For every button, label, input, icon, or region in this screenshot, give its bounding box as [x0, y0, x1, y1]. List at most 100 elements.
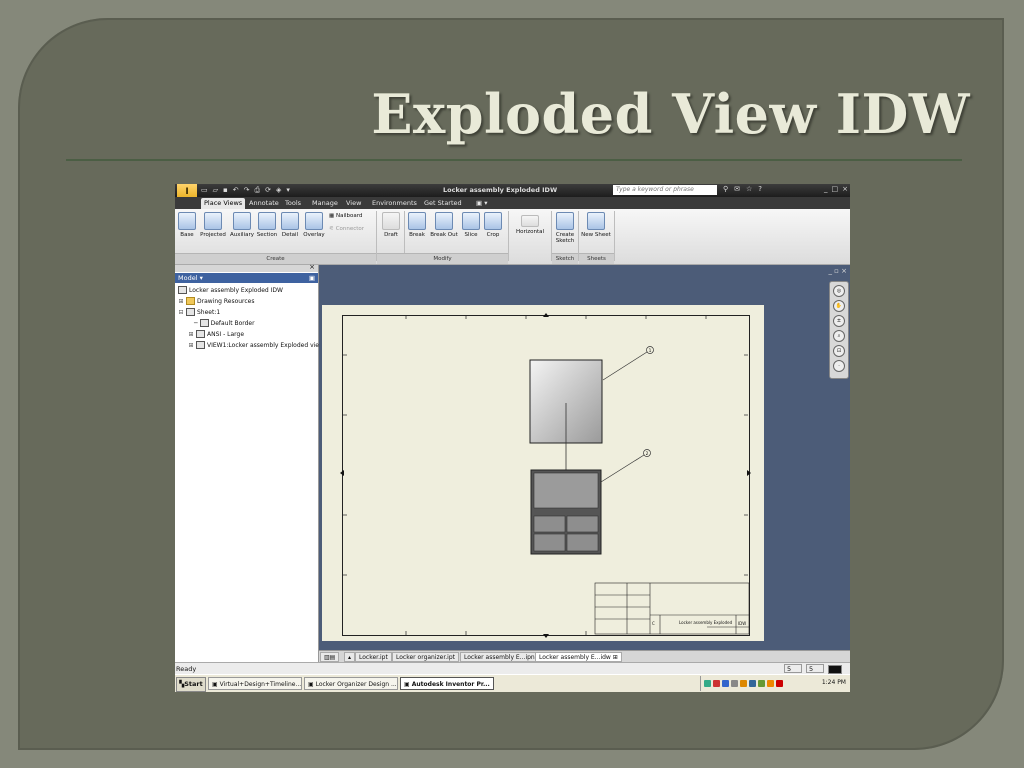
- crop-button[interactable]: Crop: [483, 212, 503, 238]
- section-view-button[interactable]: Section: [256, 212, 278, 238]
- redo-icon[interactable]: ↷: [244, 186, 250, 195]
- open-file-icon[interactable]: ▱: [213, 186, 218, 195]
- task-ppt[interactable]: ▣ Virtual+Design+Timeline...: [208, 677, 302, 690]
- base-view-button[interactable]: Base: [177, 212, 197, 238]
- auxiliary-view-button[interactable]: Auxiliary: [229, 212, 255, 238]
- doc-tab-assembly-idw[interactable]: Locker assembly E...idw ⊞: [535, 652, 622, 662]
- tray-app-icon[interactable]: [722, 680, 729, 687]
- zoom-icon[interactable]: ±: [833, 315, 845, 327]
- ribbon-extra-icon[interactable]: ▣ ▾: [473, 198, 490, 209]
- collapse-icon[interactable]: ⊟: [178, 309, 184, 316]
- tab-manage[interactable]: Manage: [309, 198, 341, 209]
- nav-options-icon[interactable]: ·: [833, 360, 845, 372]
- tab-tools[interactable]: Tools: [282, 198, 304, 209]
- expand-icon[interactable]: ⊞: [188, 331, 194, 338]
- draft-view-button[interactable]: Draft: [380, 212, 402, 238]
- nailboard-icon: ▦: [329, 213, 336, 219]
- zoom-all-icon[interactable]: ⌕: [833, 330, 845, 342]
- star-icon[interactable]: ☆: [746, 185, 752, 193]
- save-icon[interactable]: ▪: [223, 186, 228, 195]
- overlay-view-button[interactable]: Overlay: [302, 212, 326, 238]
- tray-app-icon[interactable]: [776, 680, 783, 687]
- break-icon: [408, 212, 426, 230]
- expand-icon[interactable]: ⊞: [188, 342, 194, 349]
- start-button[interactable]: ▚Start: [176, 677, 206, 692]
- break-button[interactable]: Break: [407, 212, 427, 238]
- close-icon[interactable]: ×: [842, 185, 848, 193]
- tray-app-icon[interactable]: [713, 680, 720, 687]
- slice-button[interactable]: Slice: [461, 212, 481, 238]
- tab-view[interactable]: View: [343, 198, 364, 209]
- tray-app-icon[interactable]: [758, 680, 765, 687]
- zoom-window-icon[interactable]: ⊡: [833, 345, 845, 357]
- tree-item-drawing-resources[interactable]: ⊞ Drawing Resources: [178, 297, 255, 305]
- tabs-scroll-icon[interactable]: ▴: [344, 652, 356, 662]
- doc-tab-locker[interactable]: Locker.ipt: [355, 652, 392, 662]
- tree-item-title-block[interactable]: ⊞ ANSI - Large: [188, 330, 244, 338]
- connector-button[interactable]: ⚟ Connector: [329, 226, 371, 232]
- task-inventor[interactable]: ▣ Autodesk Inventor Pr...: [400, 677, 494, 690]
- detail-view-button[interactable]: Detail: [280, 212, 300, 238]
- tree-item-sheet[interactable]: ⊟ Sheet:1: [178, 308, 220, 316]
- help-search-input[interactable]: Type a keyword or phrase: [613, 185, 717, 195]
- doc-tab-locker-organizer[interactable]: Locker organizer.ipt: [392, 652, 460, 662]
- horizontal-button[interactable]: Horizontal: [512, 212, 548, 235]
- overlay-view-icon: [305, 212, 323, 230]
- expand-icon[interactable]: ⊞: [178, 298, 184, 305]
- connector-icon: ⚟: [329, 226, 336, 232]
- nailboard-button[interactable]: ▦ Nailboard: [329, 213, 371, 219]
- section-view-label: Section: [256, 232, 278, 238]
- start-label: Start: [184, 680, 203, 688]
- tray-app-icon[interactable]: [767, 680, 774, 687]
- tile-windows-icon[interactable]: ▥▤: [320, 652, 340, 662]
- create-sketch-button[interactable]: Create Sketch: [554, 212, 576, 244]
- tree-label: Locker assembly Exploded IDW: [189, 286, 283, 294]
- subscription-icon[interactable]: ✉: [734, 185, 740, 193]
- print-icon[interactable]: ⎙: [255, 186, 261, 195]
- tray-app-icon[interactable]: [704, 680, 711, 687]
- break-out-button[interactable]: Break Out: [429, 212, 459, 238]
- tab-get-started[interactable]: Get Started: [421, 198, 465, 209]
- drawing-graphics: 1 2: [340, 313, 751, 638]
- undo-icon[interactable]: ↶: [233, 186, 239, 195]
- project-icon[interactable]: ◈: [276, 186, 281, 195]
- task-label: Virtual+Design+Timeline...: [219, 681, 302, 688]
- inventor-window: I ▭ ▱ ▪ ↶ ↷ ⎙ ⟳ ◈ ▾ Locker assembly Expl…: [175, 184, 850, 692]
- new-sheet-button[interactable]: New Sheet: [580, 212, 612, 238]
- tree-line-icon: ─: [194, 319, 198, 327]
- model-dropdown[interactable]: Model ▾ ▣: [175, 273, 318, 283]
- tree-item-view1[interactable]: ⊞ VIEW1:Locker assembly Exploded vie: [188, 341, 319, 349]
- crop-icon: [484, 212, 502, 230]
- minimize-icon[interactable]: _: [824, 185, 828, 193]
- tray-app-icon[interactable]: [731, 680, 738, 687]
- slice-label: Slice: [464, 232, 478, 238]
- title-block-title: Locker assembly Exploded: [679, 620, 733, 625]
- overlay-view-label: Overlay: [303, 232, 325, 238]
- tree-item-border[interactable]: ─ Default Border: [194, 319, 255, 327]
- browser-filter-icon[interactable]: ▣: [309, 273, 315, 283]
- tab-annotate[interactable]: Annotate: [246, 198, 282, 209]
- drawing-icon: [178, 286, 187, 294]
- pan-icon[interactable]: ✋: [833, 300, 845, 312]
- projected-view-button[interactable]: Projected: [199, 212, 227, 238]
- qat-dropdown-icon[interactable]: ▾: [286, 186, 290, 195]
- new-file-icon[interactable]: ▭: [201, 186, 208, 195]
- update-icon[interactable]: ⟳: [265, 186, 271, 195]
- sketch-group-label: Sketch: [552, 253, 578, 264]
- task-word[interactable]: ▣ Locker Organizer Design ...: [304, 677, 398, 690]
- help-icon[interactable]: ?: [758, 185, 762, 193]
- doc-tab-assembly-ipn[interactable]: Locker assembly E...ipn: [460, 652, 539, 662]
- canvas-window-controls[interactable]: _ ▫ ×: [828, 267, 847, 275]
- tab-place-views[interactable]: Place Views: [201, 198, 246, 209]
- tab-environments[interactable]: Environments: [369, 198, 420, 209]
- tray-app-icon[interactable]: [749, 680, 756, 687]
- tree-item-root[interactable]: Locker assembly Exploded IDW: [178, 286, 283, 294]
- steering-wheel-icon[interactable]: ◎: [833, 285, 845, 297]
- maximize-icon[interactable]: □: [832, 185, 839, 193]
- tray-app-icon[interactable]: [740, 680, 747, 687]
- binoculars-icon[interactable]: ⚲: [723, 185, 728, 193]
- title-block-size: C: [652, 621, 655, 626]
- clock: 1:24 PM: [821, 679, 846, 686]
- browser-close-icon[interactable]: ×: [309, 263, 315, 271]
- drawing-sheet[interactable]: 1 2 Locker assembly Exploded C IDW: [322, 305, 764, 641]
